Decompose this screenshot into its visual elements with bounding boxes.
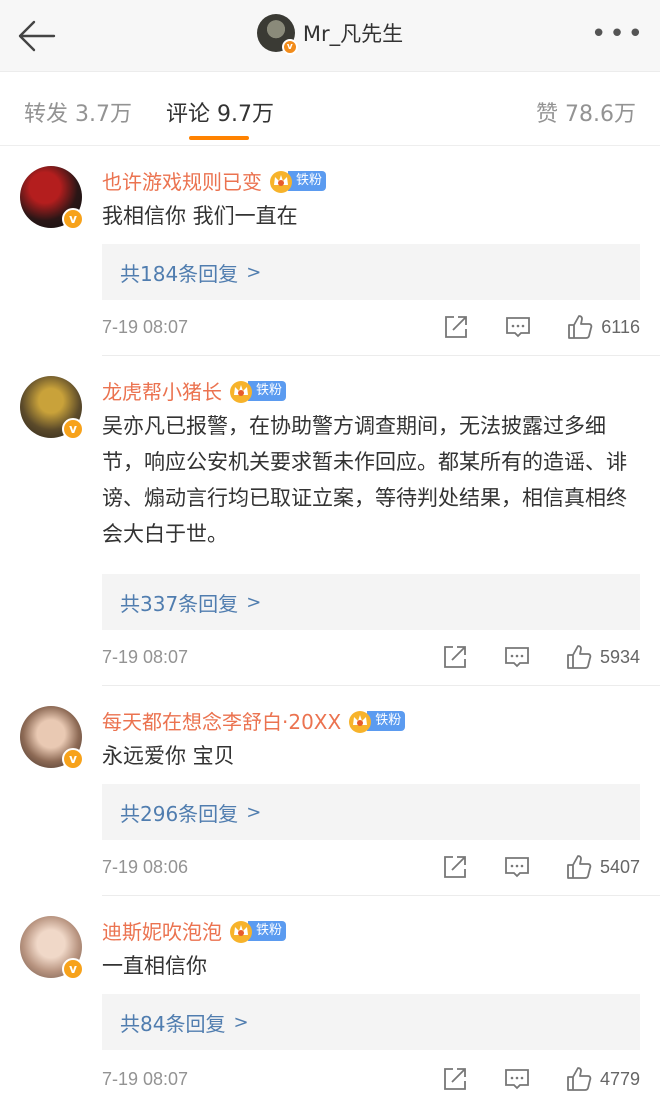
profile-title[interactable]: v Mr_凡先生 — [0, 14, 660, 58]
fan-badge: 铁粉 — [347, 709, 406, 733]
view-replies-button[interactable]: 共84条回复 > — [102, 994, 640, 1050]
verified-icon: v — [62, 958, 84, 980]
share-icon[interactable] — [442, 854, 468, 880]
more-dots-icon[interactable]: ••• — [591, 21, 646, 47]
comment-text: 吴亦凡已报警，在协助警方调查期间，无法披露过多细节，响应公安机关要求暂未作回应。… — [102, 414, 627, 546]
thumbs-up-icon[interactable] — [566, 1066, 592, 1092]
crown-icon — [230, 920, 252, 943]
share-icon[interactable] — [442, 644, 468, 670]
comment-icon[interactable] — [504, 854, 530, 880]
tab-comments[interactable]: 评论 9.7万 — [166, 96, 274, 128]
fan-badge: 铁粉 — [228, 919, 287, 943]
reply-count: 共337条回复 — [120, 591, 239, 616]
divider — [102, 685, 660, 686]
chevron-right-icon: > — [246, 591, 262, 613]
comment-time: 7-19 08:07 — [102, 316, 189, 337]
avatar[interactable]: v — [20, 376, 84, 440]
like-count: 5407 — [599, 856, 640, 877]
share-icon[interactable] — [442, 1066, 468, 1092]
avatar[interactable]: v — [20, 916, 84, 980]
comment-icon[interactable] — [504, 1066, 530, 1092]
fan-badge: 铁粉 — [268, 169, 327, 193]
reply-count: 共184条回复 — [120, 261, 239, 286]
tab-likes[interactable]: 赞 78.6万 — [536, 96, 636, 128]
view-replies-button[interactable]: 共184条回复 > — [102, 244, 640, 300]
top-bar: v Mr_凡先生 ••• — [0, 0, 660, 72]
page-title: Mr_凡先生 — [302, 22, 404, 46]
comment-time: 7-19 08:06 — [102, 856, 189, 877]
chevron-right-icon: > — [246, 261, 262, 283]
comment-icon[interactable] — [504, 644, 530, 670]
commenter-name[interactable]: 每天都在想念李舒白·20XX — [102, 706, 341, 735]
avatar[interactable]: v — [20, 706, 84, 770]
verified-icon: v — [281, 39, 298, 55]
avatar[interactable]: v — [20, 166, 84, 230]
like-count: 6116 — [601, 316, 640, 337]
comment-text: 一直相信你 — [102, 954, 207, 978]
view-replies-button[interactable]: 共337条回复 > — [102, 574, 640, 630]
chevron-right-icon: > — [246, 801, 262, 823]
crown-icon — [230, 380, 252, 403]
comment-text: 我相信你 我们一直在 — [102, 204, 298, 228]
share-icon[interactable] — [443, 314, 469, 340]
crown-icon — [270, 170, 292, 193]
thumbs-up-icon[interactable] — [566, 644, 592, 670]
tab-bar: 转发 3.7万 评论 9.7万 赞 78.6万 — [0, 72, 660, 146]
commenter-name[interactable]: 也许游戏规则已变 — [102, 166, 262, 195]
view-replies-button[interactable]: 共296条回复 > — [102, 784, 640, 840]
avatar[interactable]: v — [256, 14, 298, 55]
fan-badge: 铁粉 — [228, 379, 287, 403]
like-count: 5934 — [599, 646, 640, 667]
comment-text: 永远爱你 宝贝 — [102, 744, 235, 768]
verified-icon: v — [62, 418, 84, 440]
like-count: 4779 — [599, 1068, 640, 1089]
reply-count: 共296条回复 — [120, 801, 239, 826]
reply-count: 共84条回复 — [120, 1011, 226, 1036]
comment-time: 7-19 08:07 — [102, 646, 189, 667]
tab-reposts[interactable]: 转发 3.7万 — [24, 96, 132, 128]
crown-icon — [349, 710, 372, 733]
divider — [102, 355, 660, 356]
active-tab-indicator — [189, 136, 249, 140]
thumbs-up-icon[interactable] — [567, 314, 593, 340]
comment-time: 7-19 08:07 — [102, 1068, 189, 1089]
thumbs-up-icon[interactable] — [566, 854, 592, 880]
verified-icon: v — [62, 208, 84, 230]
divider — [102, 895, 660, 896]
commenter-name[interactable]: 龙虎帮小猪长 — [102, 376, 222, 405]
comment-icon[interactable] — [505, 314, 531, 340]
verified-icon: v — [62, 748, 84, 770]
chevron-right-icon: > — [233, 1011, 249, 1033]
commenter-name[interactable]: 迪斯妮吹泡泡 — [102, 916, 222, 945]
